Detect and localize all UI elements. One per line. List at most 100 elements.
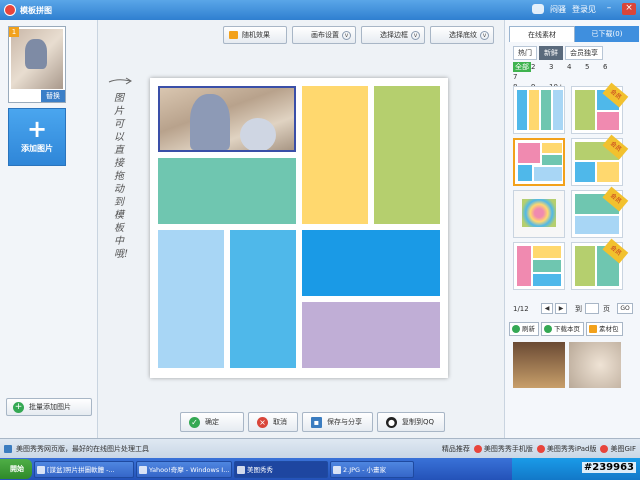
add-picture-button[interactable]: + 添加图片	[8, 108, 66, 166]
cancel-button[interactable]: × 取消	[248, 412, 298, 432]
windows-taskbar: 開始 [謀盆]照片拼圖軟體 -... Yahoo!奇摩 - Windows I.…	[0, 458, 640, 480]
random-effect-button[interactable]: 随机效果	[223, 26, 287, 44]
confirm-button[interactable]: ✓ 确定	[180, 412, 244, 432]
prev-page-button[interactable]: ◀	[541, 303, 553, 314]
count-filter-item[interactable]: 2	[531, 62, 549, 72]
material-tabs: 在线素材 已下载(0)	[509, 26, 639, 42]
chevron-down-icon: v	[342, 31, 351, 40]
tab-online-material[interactable]: 在线素材	[509, 26, 575, 42]
save-share-button[interactable]: ▪ 保存与分享	[302, 412, 373, 432]
template-thumbnail[interactable]: 会员	[571, 134, 629, 186]
top-toolbar: 随机效果 画布设置 v 选择边框 v 选择底纹 v	[223, 26, 494, 44]
page-indicator: 1/12	[513, 305, 529, 313]
speaker-icon	[4, 445, 12, 453]
tab-vip[interactable]: 会员独享	[565, 46, 603, 60]
count-filter-item[interactable]: 4	[567, 62, 585, 72]
template-thumbnail[interactable]: 会员	[571, 186, 629, 238]
title-bar: 模板拼图 闷骚 登录见 – ×	[0, 0, 640, 20]
collage-cell-teal[interactable]	[158, 158, 296, 224]
status-link[interactable]: 美图秀秀手机版	[473, 439, 533, 459]
copy-to-qq-label: 复制到QQ	[402, 418, 435, 426]
template-thumbnail[interactable]	[513, 86, 565, 134]
download-page-label: 下载本页	[554, 325, 580, 333]
count-filter-item[interactable]: 6	[603, 62, 621, 72]
skin-icon[interactable]	[532, 4, 544, 14]
count-filter-item[interactable]: 3	[549, 62, 567, 72]
refresh-label: 刷新	[522, 325, 535, 333]
status-news[interactable]: 美图秀秀网页版，最好的在线图片处理工具	[16, 439, 149, 459]
status-link[interactable]: 美图GIF	[600, 439, 636, 459]
collage-cell-lightblue[interactable]	[158, 230, 224, 368]
template-thumbnail[interactable]: 会员	[571, 238, 629, 290]
check-icon: ✓	[189, 417, 200, 428]
template-thumbnail[interactable]: 会员	[571, 82, 629, 134]
status-link[interactable]: 精品推荐	[432, 439, 470, 459]
template-thumbnail[interactable]	[513, 190, 565, 238]
canvas-settings-button[interactable]: 画布设置 v	[292, 26, 356, 44]
close-icon[interactable]: ×	[622, 3, 636, 15]
cancel-icon: ×	[257, 417, 268, 428]
plus-circle-icon: +	[13, 402, 24, 413]
user-name[interactable]: 闷骚	[550, 4, 566, 15]
template-actions: 刷新 下载本页 素材包	[509, 322, 623, 336]
collage-cell-green[interactable]	[374, 86, 440, 224]
template-thumbnail[interactable]	[513, 242, 565, 290]
photo-thumbnail[interactable]: 1 替换	[8, 26, 66, 103]
random-effect-label: 随机效果	[242, 31, 270, 39]
template-thumbnail-selected[interactable]	[513, 138, 565, 186]
watermark: #239963	[581, 462, 636, 473]
taskbar-item-active[interactable]: 美图秀秀	[234, 460, 328, 478]
taskbar-item[interactable]: [謀盆]照片拼圖軟體 -...	[34, 460, 134, 478]
download-page-button[interactable]: 下载本页	[541, 322, 584, 336]
taskbar-item[interactable]: 2.JPG - 小畫家	[330, 460, 414, 478]
replace-button[interactable]: 替换	[41, 90, 65, 102]
save-share-label: 保存与分享	[327, 418, 362, 426]
drag-hint-text: 图片可以直接拖动到模板中哦!	[114, 93, 129, 260]
plus-icon: +	[26, 115, 48, 143]
taskbar-item-label: 2.JPG - 小畫家	[343, 465, 387, 474]
batch-add-button[interactable]: + 批量添加图片	[6, 398, 92, 416]
minimize-icon[interactable]: –	[602, 3, 616, 15]
go-button[interactable]: GO	[617, 303, 633, 314]
status-link[interactable]: 美图秀秀iPad版	[536, 439, 596, 459]
collage-cell-yellow[interactable]	[302, 86, 368, 224]
editor-area: 随机效果 画布设置 v 选择边框 v 选择底纹 v 图片可以直接拖动到模板中哦!…	[98, 20, 504, 438]
count-filter-item[interactable]: 5	[585, 62, 603, 72]
status-bar: 美图秀秀网页版，最好的在线图片处理工具 精品推荐 美图秀秀手机版 美图秀秀iPa…	[0, 438, 640, 458]
tab-new[interactable]: 新鲜	[539, 46, 563, 60]
refresh-button[interactable]: 刷新	[509, 322, 539, 336]
taskbar-item-label: Yahoo!奇摩 - Windows I...	[149, 465, 230, 474]
login-link[interactable]: 登录见	[572, 4, 596, 15]
select-border-label: 选择边框	[380, 31, 408, 39]
material-pack-button[interactable]: 素材包	[586, 322, 623, 336]
tab-popular[interactable]: 热门	[513, 46, 537, 60]
start-button[interactable]: 開始	[0, 459, 32, 479]
collage-cell-photo[interactable]	[158, 86, 296, 152]
select-shading-button[interactable]: 选择底纹 v	[430, 26, 494, 44]
template-pager: 1/12 ◀ ▶ 到 页 GO	[513, 302, 637, 316]
left-panel: 1 替换 + 添加图片 + 批量添加图片	[0, 20, 98, 438]
collage-cell-blue[interactable]	[230, 230, 296, 368]
select-border-button[interactable]: 选择边框 v	[361, 26, 425, 44]
tab-downloaded[interactable]: 已下载(0)	[575, 26, 639, 42]
dice-icon	[229, 31, 238, 39]
next-page-button[interactable]: ▶	[555, 303, 567, 314]
refresh-icon	[512, 325, 520, 333]
qq-icon: ●	[386, 417, 397, 428]
collage-cell-brightblue[interactable]	[302, 230, 440, 296]
page-input[interactable]	[585, 303, 599, 314]
count-filter-all[interactable]: 全部	[513, 62, 531, 72]
cancel-label: 取消	[273, 418, 287, 426]
count-filter-item[interactable]: 7	[513, 72, 531, 82]
confirm-label: 确定	[205, 418, 219, 426]
collage-canvas[interactable]	[150, 78, 448, 378]
chevron-down-icon: v	[480, 31, 489, 40]
collage-cell-purple[interactable]	[302, 302, 440, 368]
status-links: 精品推荐 美图秀秀手机版 美图秀秀iPad版 美图GIF	[432, 439, 636, 459]
copy-to-qq-button[interactable]: ● 复制到QQ	[377, 412, 446, 432]
meitu-icon	[237, 465, 245, 474]
material-preview-image[interactable]	[569, 342, 621, 388]
goto-label: 到	[575, 305, 582, 313]
taskbar-item[interactable]: Yahoo!奇摩 - Windows I...	[136, 460, 232, 478]
material-preview-image[interactable]	[513, 342, 565, 388]
